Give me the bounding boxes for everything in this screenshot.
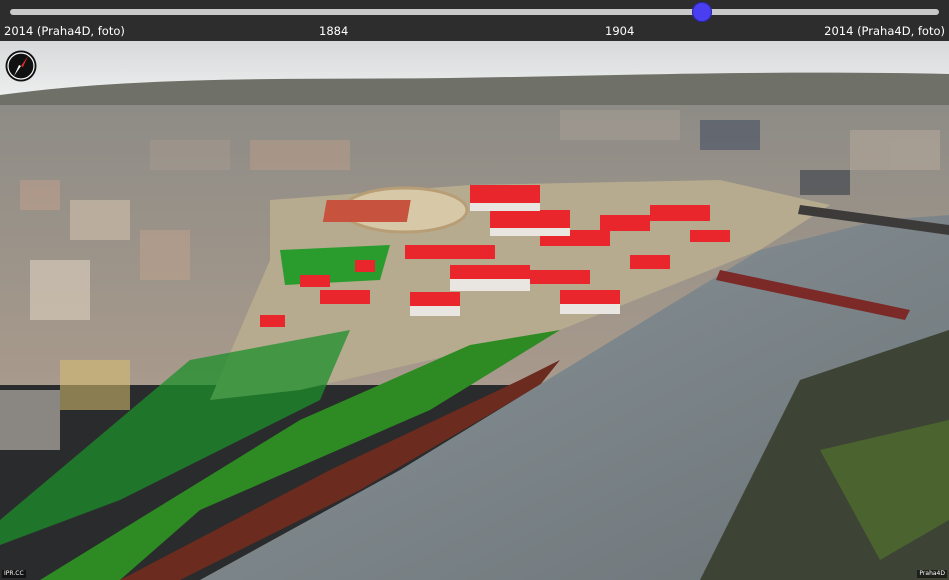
timeline-label-start: 2014 (Praha4D, foto): [4, 24, 125, 38]
timeline-slider-track[interactable]: [10, 9, 939, 15]
timeline-label-end: 2014 (Praha4D, foto): [824, 24, 945, 38]
footer-left-tag: IPR.CC: [2, 570, 26, 578]
compass-icon[interactable]: [5, 50, 37, 82]
aerial-3d-view[interactable]: [0, 0, 949, 580]
viewer-app: 2014 (Praha4D, foto) 1884 1904 2014 (Pra…: [0, 0, 949, 580]
timeline-label-1884: 1884: [319, 24, 349, 38]
footer-right-tag: Praha4D: [917, 570, 947, 578]
timeline-bar: 2014 (Praha4D, foto) 1884 1904 2014 (Pra…: [0, 0, 949, 41]
timeline-slider-thumb[interactable]: [692, 2, 713, 22]
timeline-label-1904: 1904: [605, 24, 635, 38]
